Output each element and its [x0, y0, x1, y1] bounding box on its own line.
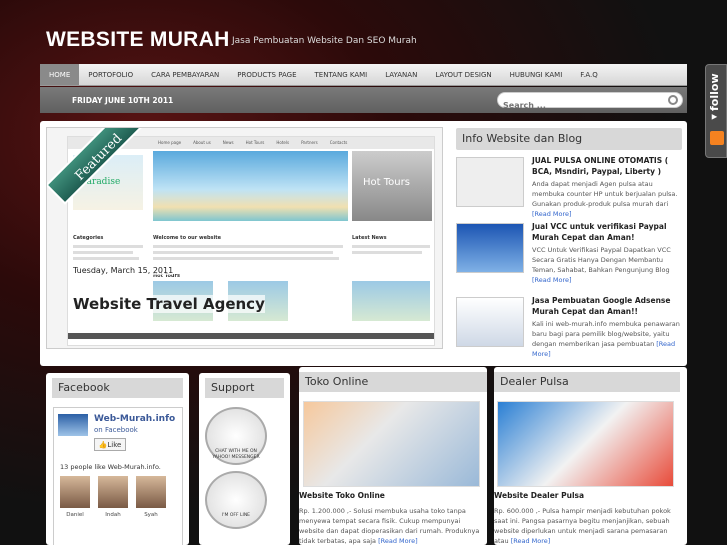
site-title[interactable]: WEBSITE MURAH: [46, 28, 230, 52]
screenshot-nav-item: Hot Tours: [245, 140, 265, 145]
screenshot-text-line: [73, 245, 143, 248]
facebook-widget: Facebook Web-Murah.info on Facebook 👍Lik…: [46, 373, 189, 545]
screenshot-text-line: [153, 257, 339, 260]
screenshot-nav-item: Contacts: [329, 140, 348, 145]
post-title[interactable]: JUAL PULSA ONLINE OTOMATIS ( BCA, Msndir…: [532, 155, 682, 177]
screenshot-nav-item: Home page: [158, 140, 182, 145]
current-date: FRIDAY JUNE 10TH 2011: [72, 96, 174, 105]
search-icon[interactable]: [668, 95, 678, 105]
screenshot-text-line: [153, 251, 333, 254]
screenshot-nav-item: Hotels: [276, 140, 290, 145]
screenshot-nav-item: Partners: [301, 140, 318, 145]
screenshot-banner-image: [153, 151, 348, 221]
main-content: Home page About us News Hot Tours Hotels…: [40, 121, 687, 366]
screenshot-text-line: [352, 251, 422, 254]
dealer-pulsa-title[interactable]: Website Dealer Pulsa: [494, 491, 584, 500]
screenshot-nav-item: News: [222, 140, 234, 145]
featured-slider[interactable]: Home page About us News Hot Tours Hotels…: [46, 127, 443, 349]
info-post: Jasa Pembuatan Google Adsense Murah Cepa…: [456, 295, 682, 361]
nav-faq[interactable]: F.A.Q: [571, 64, 607, 85]
info-post: JUAL PULSA ONLINE OTOMATIS ( BCA, Msndir…: [456, 155, 682, 218]
read-more-link[interactable]: [Read More]: [532, 276, 572, 284]
facebook-like-button[interactable]: 👍Like: [94, 438, 126, 451]
featured-title[interactable]: Website Travel Agency: [73, 295, 265, 313]
toko-online-image[interactable]: [303, 401, 480, 487]
post-title[interactable]: Jual VCC untuk verifikasi Paypal Murah C…: [532, 221, 682, 243]
nav-home[interactable]: HOME: [40, 64, 80, 85]
read-more-link[interactable]: [Read More]: [532, 210, 572, 218]
search-input[interactable]: [498, 99, 658, 112]
info-post: Jual VCC untuk verifikasi Paypal Murah C…: [456, 221, 682, 287]
screenshot-thumb: [352, 281, 430, 321]
post-excerpt: VCC Untuk Verifikasi Paypal Dapatkan VCC…: [532, 246, 671, 284]
fan-name[interactable]: Indah: [96, 512, 130, 518]
post-title[interactable]: Jasa Pembuatan Google Adsense Murah Cepa…: [532, 295, 682, 317]
toko-online-widget: Toko Online Website Toko Online Rp. 1.20…: [299, 367, 487, 545]
facebook-on-label[interactable]: on Facebook: [94, 426, 138, 434]
offline-label: I'M OFF LINE: [221, 513, 251, 518]
facebook-likebox: Web-Murah.info on Facebook 👍Like 13 peop…: [53, 407, 183, 545]
post-thumbnail[interactable]: [456, 157, 524, 207]
screenshot-hot-tours-label: Hot Tours: [363, 177, 410, 188]
main-nav: HOME PORTOFOLIO CARA PEMBAYARAN PRODUCTS…: [40, 64, 687, 86]
screenshot-text-line: [352, 245, 430, 248]
nav-products-page[interactable]: PRODUCTS PAGE: [228, 64, 305, 85]
nav-tentang-kami[interactable]: TENTANG KAMI: [306, 64, 377, 85]
site-tagline: Jasa Pembuatan Website Dan SEO Murah: [232, 36, 417, 46]
dealer-pulsa-widget: Dealer Pulsa Website Dealer Pulsa Rp. 60…: [494, 367, 687, 545]
screenshot-footer: [68, 333, 434, 339]
dealer-pulsa-image[interactable]: [497, 401, 674, 487]
screenshot-text-line: [73, 257, 139, 260]
screenshot-nav-item: About us: [193, 140, 211, 145]
facebook-like-count: 13 people like Web-Murah.info.: [60, 463, 161, 471]
read-more-link[interactable]: [Read More]: [511, 537, 551, 545]
screenshot-welcome-heading: Welcome to our website: [153, 235, 222, 241]
offline-badge[interactable]: [205, 471, 267, 529]
toko-online-title[interactable]: Website Toko Online: [299, 491, 385, 500]
screenshot-categories-heading: Categories: [73, 235, 104, 241]
featured-date: Tuesday, March 15, 2011: [73, 266, 174, 275]
fan-avatar[interactable]: [136, 476, 166, 508]
toko-online-heading: Toko Online: [299, 372, 487, 392]
nav-layanan[interactable]: LAYANAN: [376, 64, 426, 85]
screenshot-latest-heading: Latest News: [352, 235, 387, 241]
nav-hubungi-kami[interactable]: HUBUNGI KAMI: [501, 64, 572, 85]
screenshot-text-line: [73, 251, 133, 254]
follow-tab[interactable]: ◂follow: [705, 64, 727, 158]
dealer-pulsa-heading: Dealer Pulsa: [494, 372, 680, 392]
info-heading: Info Website dan Blog: [456, 128, 682, 150]
post-thumbnail[interactable]: [456, 297, 524, 347]
read-more-link[interactable]: [Read More]: [378, 537, 418, 545]
support-heading: Support: [205, 378, 284, 398]
yahoo-chat-label: CHAT WITH ME ON YAHOO! MESSENGER: [212, 449, 260, 460]
fan-name[interactable]: Syah: [134, 512, 168, 518]
fan-avatar[interactable]: [98, 476, 128, 508]
facebook-page-logo[interactable]: [58, 414, 88, 436]
post-excerpt: Anda dapat menjadi Agen pulsa atau membu…: [532, 180, 678, 218]
facebook-heading: Facebook: [52, 378, 183, 398]
nav-portofolio[interactable]: PORTOFOLIO: [79, 64, 142, 85]
follow-label: ◂follow: [708, 73, 721, 125]
nav-cara-pembayaran[interactable]: CARA PEMBAYARAN: [142, 64, 228, 85]
post-thumbnail[interactable]: [456, 223, 524, 273]
search-box: [497, 92, 683, 112]
dealer-pulsa-excerpt: Rp. 600.000 ,- Pulsa hampir menjadi kebu…: [494, 507, 671, 545]
fan-avatar[interactable]: [60, 476, 90, 508]
toko-online-excerpt: Rp. 1.200.000 ,- Solusi membuka usaha to…: [299, 507, 480, 545]
fan-name[interactable]: Daniel: [58, 512, 92, 518]
facebook-page-name[interactable]: Web-Murah.info: [94, 414, 175, 424]
support-widget: Support CHAT WITH ME ON YAHOO! MESSENGER…: [199, 373, 290, 545]
rss-icon[interactable]: [710, 131, 724, 145]
screenshot-text-line: [153, 245, 343, 248]
date-search-bar: FRIDAY JUNE 10TH 2011: [40, 87, 687, 113]
nav-layout-design[interactable]: LAYOUT DESIGN: [426, 64, 500, 85]
post-excerpt: Kali ini web-murah.info membuka penawara…: [532, 320, 680, 358]
featured-screenshot: Home page About us News Hot Tours Hotels…: [67, 136, 435, 346]
